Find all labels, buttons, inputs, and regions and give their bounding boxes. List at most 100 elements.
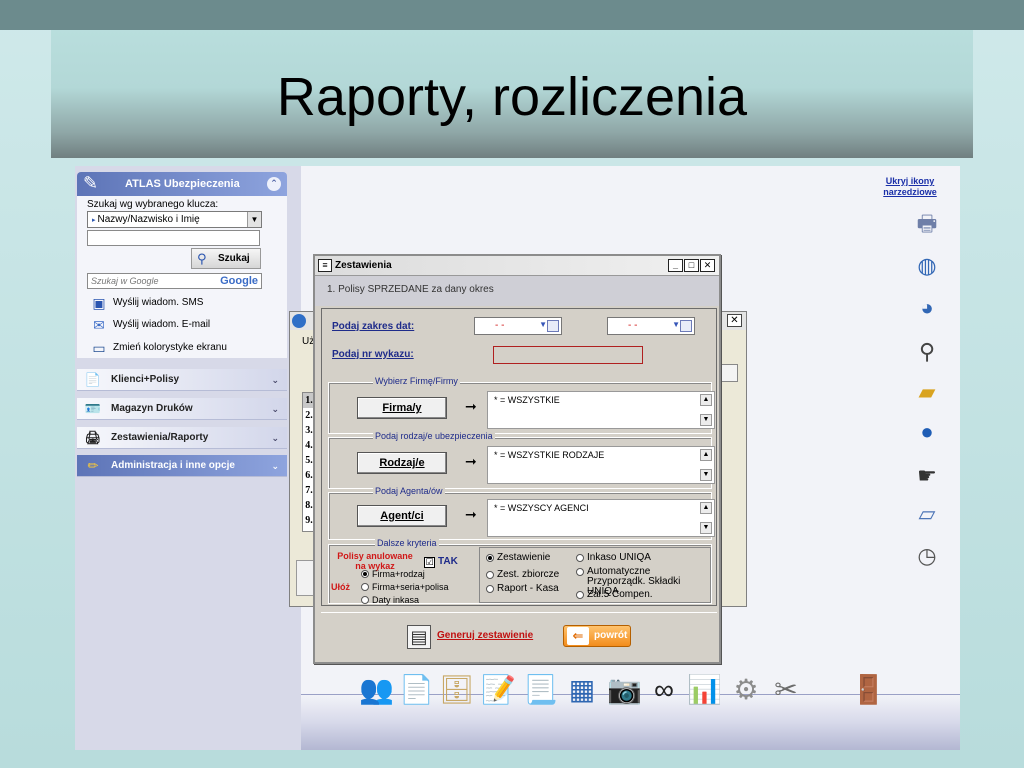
notepad-icon: ▤ [407,625,431,649]
magnifier-icon[interactable]: ⚲ [913,338,941,366]
globe-icon[interactable]: ● [913,418,941,446]
company-list-value: * = WSZYSTKIE [494,395,560,405]
globe-lock-icon[interactable]: ◍ [913,252,941,280]
calendar-icon[interactable] [547,320,559,332]
report-radio-zal5-compen[interactable]: Zał.5 Compen. [576,590,653,600]
scrollbar[interactable]: ▲ ▼ [700,449,712,481]
report-radio-label: Zał.5 Compen. [587,589,653,600]
report-radio-zestawienie[interactable]: Zestawienie [486,553,550,563]
calendar-icon[interactable] [680,320,692,332]
settings-icon[interactable]: ⚙ [729,670,763,710]
dialog-subtitle-bar: 1. Polisy SPRZEDANE za dany okres [315,276,719,306]
report-radio-inkaso-uniqa[interactable]: Inkaso UNIQA [576,553,651,563]
chart-doc-icon[interactable]: 📊 [687,670,722,710]
report-icon[interactable]: 📃 [523,670,558,710]
globe-up-icon[interactable]: ◕ [913,294,941,322]
agent-list[interactable]: * = WSZYSCY AGENCI ▲ ▼ [487,499,715,537]
company-list[interactable]: * = WSZYSTKIE ▲ ▼ [487,391,715,429]
folder-arrow-icon[interactable]: ▰ [913,378,941,406]
cancelled-policies-label: Polisy anulowane na wykaz [333,551,417,571]
send-sms-link[interactable]: ▣ Wyślij wiadom. SMS [89,293,203,313]
scroll-down-icon[interactable]: ▼ [700,469,712,481]
radio-icon [576,554,584,562]
agent-pick-button[interactable]: Agent/ci [357,505,447,527]
section-administracja[interactable]: ✏ Administracja i inne opcje ⌄ [77,455,287,477]
slide-title: Raporty, rozliczenia [276,67,748,127]
clients-icon[interactable]: 👥 [359,670,394,710]
google-search-input[interactable]: Szukaj w Google Google [87,273,262,289]
hand-pointer-icon[interactable]: ☛ [913,462,941,490]
window-icon: ≡ [318,259,332,272]
hide-tools-link[interactable]: Ukryj ikony narzedziowe [877,176,943,198]
arrow-right-icon: ➞ [465,506,477,522]
scroll-up-icon[interactable]: ▲ [700,394,712,406]
cabinet-icon[interactable]: 🗄 [439,670,475,710]
section-magazyn-drukow[interactable]: 🪪 Magazyn Druków ⌄ [77,398,287,420]
scroll-down-icon[interactable]: ▼ [700,522,712,534]
scroll-up-icon[interactable]: ▲ [700,449,712,461]
agent-group: Podaj Agenta/ów Agent/ci ➞ * = WSZYSCY A… [328,486,715,540]
search-key-select[interactable]: ▸ Nazwy/Nazwisko i Imię ▼ [87,211,262,228]
close-icon[interactable]: ✕ [700,259,715,272]
send-sms-label: Wyślij wiadom. SMS [113,297,204,308]
search-input[interactable] [87,230,260,246]
send-email-link[interactable]: ✉ Wyślij wiadom. E-mail [89,315,210,335]
scroll-up-icon[interactable]: ▲ [700,502,712,514]
chevron-down-icon[interactable]: ▼ [539,320,547,329]
company-pick-button[interactable]: Firma/y [357,397,447,419]
scrollbar[interactable]: ▲ ▼ [700,394,712,426]
printer-icon[interactable]: 🖶 [913,210,941,238]
back-button[interactable]: ⇐ powrót [563,625,631,647]
maximize-icon[interactable]: □ [684,259,699,272]
document-user-icon[interactable]: 📄 [399,670,434,710]
report-radio-label: Zest. zbiorcze [497,569,560,580]
cancelled-policies-label-line1: Polisy anulowane [337,551,413,561]
scroll-down-icon[interactable]: ▼ [700,414,712,426]
insurance-type-pick-button[interactable]: Rodzaj/e [357,452,447,474]
checkbox-checked-icon[interactable]: ☑ [424,557,435,568]
credit-card-icon[interactable]: ▱ [913,500,941,528]
phone-icon: ▣ [92,295,106,311]
chevron-down-icon[interactable]: ▼ [672,320,680,329]
pen-icon: ✎ [83,173,99,193]
dialog-actions: ▤ Generuj zestawienie ⇐ powrót [321,612,717,660]
date-from-picker[interactable]: - - ▼ [474,317,562,335]
close-icon[interactable]: ✕ [727,314,742,327]
arrow-right-icon: ➞ [465,453,477,469]
generate-report-button[interactable]: ▤ Generuj zestawienie [407,623,533,649]
list-number-input[interactable] [493,346,643,364]
exit-door-icon[interactable]: 🚪 [851,670,886,710]
report-radio-zest-zbiorcze[interactable]: Zest. zbiorcze [486,570,559,580]
report-radio-label: Zestawienie [497,552,551,563]
chevron-down-icon[interactable]: ▼ [247,212,261,227]
binoculars-icon[interactable]: ∞ [647,670,681,710]
clock-icon[interactable]: ◷ [913,542,941,570]
search-button-label: Szukaj [218,253,250,264]
report-radio-label: Raport - Kasa [497,583,559,594]
section-zestawienia-raporty[interactable]: 🖨 Zestawienia/Raporty ⌄ [77,427,287,449]
slide-title-band: Raporty, rozliczenia [51,30,973,158]
date-to-picker[interactable]: - - ▼ [607,317,695,335]
search-button[interactable]: ⚲ Szukaj [191,248,261,269]
sort-radio-firma-seria-polisa[interactable]: Firma+seria+polisa [361,582,449,592]
notepad-pen-icon[interactable]: 📝 [481,670,516,710]
report-radio-raport-kasa[interactable]: Raport - Kasa [486,584,559,594]
insurance-type-list[interactable]: * = WSZYSTKIE RODZAJE ▲ ▼ [487,446,715,484]
date-from-value: - - [495,320,505,331]
sort-radio-daty-inkasa[interactable]: Daty inkasa [361,595,419,605]
more-criteria-group: Dalsze kryteria Polisy anulowane na wyka… [328,538,712,605]
scrollbar[interactable]: ▲ ▼ [700,502,712,534]
section-klienci-polisy[interactable]: 📄 Klienci+Polisy ⌄ [77,369,287,391]
cancelled-policies-checkbox[interactable]: ☑ TAK [424,556,458,568]
minimize-icon[interactable]: _ [668,259,683,272]
change-colors-link[interactable]: ▭ Zmień kolorystyke ekranu [89,338,227,358]
tools-icon[interactable]: ✂ [769,670,803,710]
change-colors-label: Zmień kolorystyke ekranu [113,342,227,353]
dialog-title: Zestawienia [335,260,392,271]
spreadsheet-icon[interactable]: ▦ [565,670,599,710]
camera-icon[interactable]: 📷 [607,670,642,710]
collapse-icon[interactable]: ⌃ [267,177,281,191]
sort-radio-firma-rodzaj[interactable]: Firma+rodzaj [361,569,425,579]
left-panel-header: ✎ ATLAS Ubezpieczenia ⌃ [77,172,287,196]
radio-icon [361,596,369,604]
